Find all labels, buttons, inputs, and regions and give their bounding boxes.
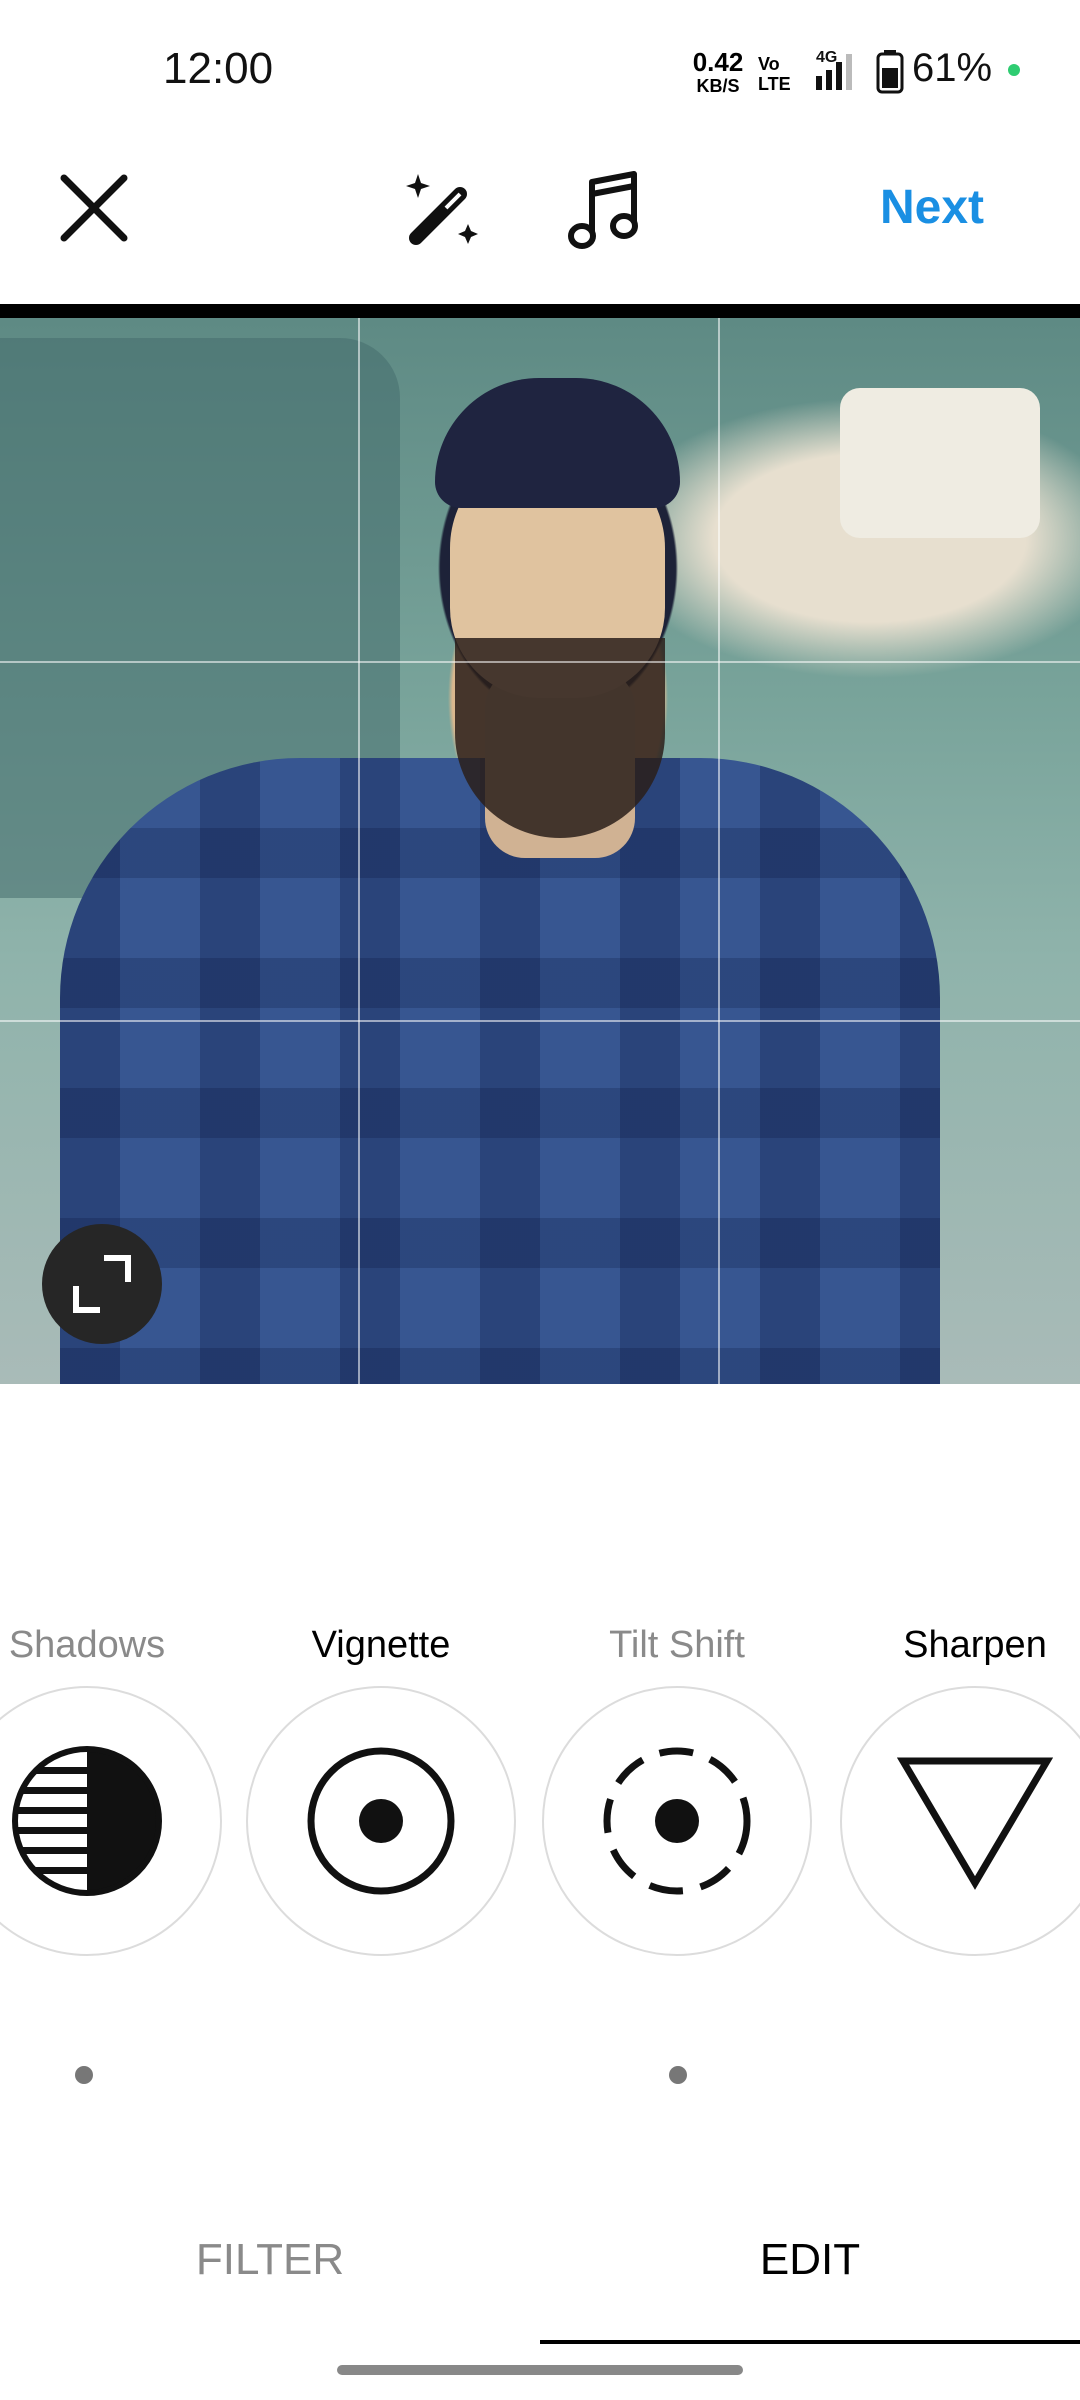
vignette-icon: [307, 1747, 455, 1895]
tilt-shift-icon: [603, 1747, 751, 1895]
tab-filter[interactable]: FILTER: [0, 2235, 540, 2335]
network-speed-value: 0.42: [692, 47, 744, 77]
grid-line-horizontal-1: [0, 661, 1080, 663]
tool-sharpen[interactable]: Sharpen: [840, 1610, 1080, 1970]
battery-percent: 61%: [912, 46, 993, 90]
status-bar: 12:00 0.42 KB/S Vo LTE 4G 61%: [0, 0, 1080, 140]
battery-icon: [876, 50, 904, 99]
network-speed-unit: KB/S: [696, 76, 740, 96]
grid-line-horizontal-2: [0, 1020, 1080, 1022]
tool-circle-vignette[interactable]: [246, 1686, 516, 1956]
expand-button[interactable]: [42, 1224, 162, 1344]
network-type-label: 4G: [816, 49, 837, 66]
magic-wand-button[interactable]: [398, 166, 488, 256]
tab-active-underline: [540, 2340, 1080, 2344]
tool-adjusted-dot-shadows: [75, 2066, 93, 2084]
tool-label-shadows: Shadows: [8, 1624, 166, 1666]
music-note-icon: [568, 171, 638, 249]
tool-circle-sharpen[interactable]: [840, 1686, 1080, 1956]
photo-subject-shirt: [60, 758, 940, 1384]
expand-icon: [73, 1255, 131, 1313]
tool-label-sharpen: Sharpen: [903, 1624, 1047, 1666]
tab-edit[interactable]: EDIT: [540, 2235, 1080, 2335]
network-speed: 0.42 KB/S: [688, 47, 748, 98]
next-button[interactable]: Next: [880, 180, 984, 235]
tool-vignette[interactable]: Vignette: [246, 1610, 516, 1970]
home-indicator[interactable]: [337, 2365, 743, 2375]
photo-subject-hair: [435, 378, 680, 508]
tool-label-tilt-shift: Tilt Shift: [609, 1624, 745, 1666]
status-time: 12:00: [163, 44, 274, 93]
volte-indicator: Vo LTE: [758, 54, 791, 94]
volte-label-top: Vo: [758, 54, 780, 74]
music-button[interactable]: [562, 166, 646, 256]
magic-wand-icon: [406, 174, 478, 245]
tool-tilt-shift[interactable]: Tilt Shift: [542, 1610, 812, 1970]
close-icon: [60, 174, 128, 242]
photo-background-jeep: [840, 388, 1040, 538]
signal-icon: 4G: [812, 48, 870, 97]
grid-line-vertical-1: [358, 318, 360, 1384]
shadows-icon: [12, 1746, 162, 1896]
tool-circle-shadows[interactable]: [0, 1686, 222, 1956]
close-button[interactable]: [52, 166, 136, 250]
tool-shadows[interactable]: Shadows: [0, 1610, 222, 1970]
volte-label-bottom: LTE: [758, 74, 791, 94]
tool-circle-tilt-shift[interactable]: [542, 1686, 812, 1956]
tool-label-vignette: Vignette: [311, 1624, 451, 1666]
photo-preview[interactable]: [0, 318, 1080, 1384]
sharpen-icon: [897, 1757, 1053, 1890]
tool-adjusted-dot-tilt-shift: [669, 2066, 687, 2084]
green-dot-indicator: [1008, 64, 1020, 76]
grid-line-vertical-2: [718, 318, 720, 1384]
